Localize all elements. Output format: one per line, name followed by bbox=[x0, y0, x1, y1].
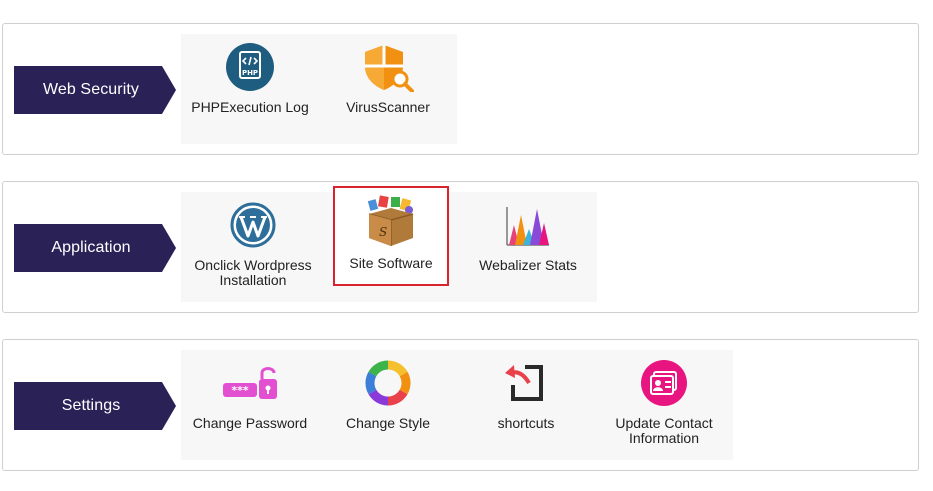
section-settings: Settings *** Change Password Change Styl… bbox=[2, 339, 919, 471]
shield-search-icon bbox=[359, 42, 417, 92]
software-box-icon: S bbox=[362, 195, 420, 246]
contact-card-icon bbox=[635, 358, 693, 408]
shortcut-arrow-icon bbox=[497, 358, 555, 408]
password-mask: *** bbox=[231, 384, 249, 397]
stats-chart-icon bbox=[499, 200, 557, 250]
tile-label: Webalizer Stats bbox=[479, 257, 577, 273]
tile-change-style[interactable]: Change Style bbox=[319, 350, 457, 460]
tile-virus-scanner[interactable]: VirusScanner bbox=[319, 34, 457, 144]
tile-webalizer-stats[interactable]: Webalizer Stats bbox=[459, 192, 597, 302]
php-badge: PHP bbox=[242, 69, 258, 77]
tile-label: VirusScanner bbox=[346, 99, 430, 115]
tile-group: PHP PHPExecution Log VirusScanner bbox=[181, 34, 457, 144]
section-label: Web Security bbox=[42, 81, 140, 98]
tile-onclick-wordpress[interactable]: Onclick Wordpress Installation bbox=[181, 192, 325, 302]
tile-label: Onclick Wordpress Installation bbox=[194, 257, 312, 288]
section-web-security: Web Security PHP PHPExecution Log VirusS… bbox=[2, 23, 919, 155]
section-label: Application bbox=[51, 239, 131, 256]
tile-label: Change Style bbox=[345, 415, 431, 431]
section-tab-web-security: Web Security bbox=[14, 66, 176, 114]
tile-change-password[interactable]: *** Change Password bbox=[181, 350, 319, 460]
section-label: Settings bbox=[61, 397, 121, 414]
password-lock-icon: *** bbox=[221, 358, 279, 408]
color-wheel-icon bbox=[359, 358, 417, 408]
section-tab-application: Application bbox=[14, 224, 176, 272]
php-log-icon: PHP bbox=[221, 42, 279, 92]
tile-label: PHPExecution Log bbox=[191, 99, 309, 115]
tile-group: *** Change Password Change Style shortcu… bbox=[181, 350, 733, 460]
section-application: Application Onclick Wordpress Installati… bbox=[2, 181, 919, 313]
tile-label: Site Software bbox=[349, 255, 433, 271]
section-tab-settings: Settings bbox=[14, 382, 176, 430]
tile-php-execution-log[interactable]: PHP PHPExecution Log bbox=[181, 34, 319, 144]
tile-label: shortcuts bbox=[497, 415, 555, 431]
tile-shortcuts[interactable]: shortcuts bbox=[457, 350, 595, 460]
tile-label: Update Contact Information bbox=[615, 415, 713, 446]
tile-label: Change Password bbox=[192, 415, 308, 431]
tile-site-software[interactable]: S Site Software bbox=[333, 186, 449, 286]
wordpress-icon bbox=[224, 200, 282, 250]
tile-update-contact[interactable]: Update Contact Information bbox=[595, 350, 733, 460]
tile-group: Onclick Wordpress Installation S Site So… bbox=[181, 186, 597, 302]
svg-text:S: S bbox=[379, 225, 387, 239]
